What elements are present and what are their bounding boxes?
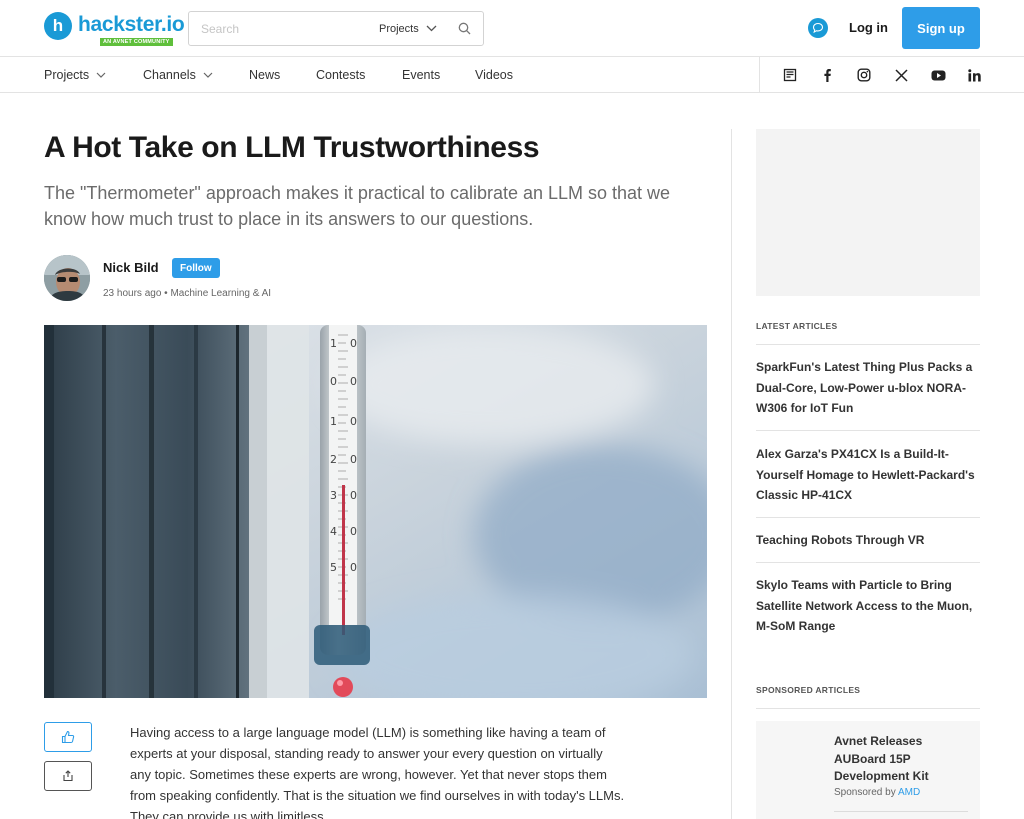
- social-links: [759, 57, 1024, 92]
- latest-article-link[interactable]: Alex Garza's PX41CX Is a Build-It-Yourse…: [756, 444, 980, 506]
- svg-text:3: 3: [330, 489, 337, 502]
- svg-text:1: 1: [330, 337, 337, 350]
- divider: [756, 430, 980, 431]
- x-icon[interactable]: [893, 67, 909, 83]
- sponsored-articles-heading: SPONSORED ARTICLES: [756, 685, 861, 695]
- article-title: A Hot Take on LLM Trustworthiness: [44, 131, 540, 164]
- thumbs-up-icon: [61, 730, 75, 744]
- meta-separator: •: [164, 288, 168, 299]
- share-button[interactable]: [44, 761, 92, 791]
- svg-text:0: 0: [350, 561, 357, 574]
- svg-text:0: 0: [350, 415, 357, 428]
- article-meta: 23 hours ago • Machine Learning & AI: [103, 288, 271, 299]
- search-icon: [458, 22, 471, 35]
- latest-article-link[interactable]: Skylo Teams with Particle to Bring Satel…: [756, 575, 980, 637]
- ad-placeholder: [756, 129, 980, 296]
- speech-bubble-icon: [812, 22, 824, 34]
- sponsored-article-title[interactable]: Avnet Releases AUBoard 15P Development K…: [834, 733, 974, 786]
- search-input[interactable]: [189, 21, 359, 36]
- signup-button[interactable]: Sign up: [902, 7, 980, 49]
- article-subtitle: The "Thermometer" approach makes it prac…: [44, 183, 671, 229]
- search-scope-dropdown[interactable]: Projects: [379, 12, 437, 45]
- category-link[interactable]: Machine Learning & AI: [170, 288, 271, 299]
- svg-text:0: 0: [350, 375, 357, 388]
- news-icon[interactable]: [782, 67, 798, 83]
- nav-projects-label: Projects: [44, 68, 90, 82]
- latest-article-link[interactable]: Teaching Robots Through VR: [756, 530, 980, 551]
- svg-text:1: 1: [330, 415, 337, 428]
- latest-articles-heading: LATEST ARTICLES: [756, 321, 838, 331]
- respect-button[interactable]: [44, 722, 92, 752]
- publish-time: 23 hours ago: [103, 288, 162, 299]
- logo-tagline: AN AVNET COMMUNITY: [100, 38, 173, 46]
- divider: [756, 708, 980, 709]
- nav-contests[interactable]: Contests: [316, 68, 365, 82]
- author-avatar[interactable]: [44, 255, 90, 301]
- svg-text:0: 0: [350, 453, 357, 466]
- sponsored-by-label: Sponsored by: [834, 787, 896, 798]
- svg-text:4: 4: [330, 525, 337, 538]
- follow-button[interactable]: Follow: [172, 258, 220, 278]
- nav-events[interactable]: Events: [402, 68, 440, 82]
- logo-mark-icon: h: [44, 12, 72, 40]
- facebook-icon[interactable]: [819, 67, 835, 83]
- nav-channels-label: Channels: [143, 68, 196, 82]
- divider: [834, 811, 968, 812]
- nav-projects[interactable]: Projects: [44, 68, 106, 82]
- search-button[interactable]: [458, 22, 471, 40]
- search-scope-label: Projects: [379, 22, 419, 35]
- chat-icon[interactable]: [808, 18, 828, 38]
- hackster-logo[interactable]: h hackster.io AN AVNET COMMUNITY: [44, 12, 185, 46]
- top-header: h hackster.io AN AVNET COMMUNITY Project…: [0, 0, 1024, 57]
- svg-text:0: 0: [350, 525, 357, 538]
- logo-wordmark: hackster.io: [78, 13, 185, 36]
- svg-text:0: 0: [350, 489, 357, 502]
- chevron-down-icon: [203, 72, 213, 78]
- sponsored-by-line: Sponsored by AMD: [834, 787, 920, 798]
- main-nav: Projects Channels News Contests Events V…: [0, 57, 1024, 93]
- article-body: Having access to a large language model …: [130, 725, 625, 819]
- svg-text:2: 2: [330, 453, 337, 466]
- linkedin-icon[interactable]: [966, 67, 982, 83]
- author-name[interactable]: Nick Bild: [103, 260, 159, 275]
- svg-text:0: 0: [330, 375, 337, 388]
- divider: [756, 562, 980, 563]
- chevron-down-icon: [96, 72, 106, 78]
- latest-article-link[interactable]: SparkFun's Latest Thing Plus Packs a Dua…: [756, 357, 980, 419]
- svg-text:5: 5: [330, 561, 337, 574]
- login-link[interactable]: Log in: [849, 20, 888, 35]
- divider: [756, 517, 980, 518]
- youtube-icon[interactable]: [930, 67, 946, 83]
- column-divider: [731, 129, 732, 819]
- share-icon: [63, 770, 73, 782]
- nav-news[interactable]: News: [249, 68, 280, 82]
- nav-videos[interactable]: Videos: [475, 68, 513, 82]
- hero-image: 10 00 10 20 30 40 50: [44, 325, 707, 698]
- instagram-icon[interactable]: [856, 67, 872, 83]
- search-bar: Projects: [188, 11, 484, 46]
- sponsor-link[interactable]: AMD: [898, 787, 920, 798]
- chevron-down-icon: [426, 25, 437, 32]
- logo-text-group: hackster.io AN AVNET COMMUNITY: [78, 12, 185, 46]
- divider: [756, 344, 980, 345]
- svg-text:0: 0: [350, 337, 357, 350]
- nav-channels[interactable]: Channels: [143, 68, 213, 82]
